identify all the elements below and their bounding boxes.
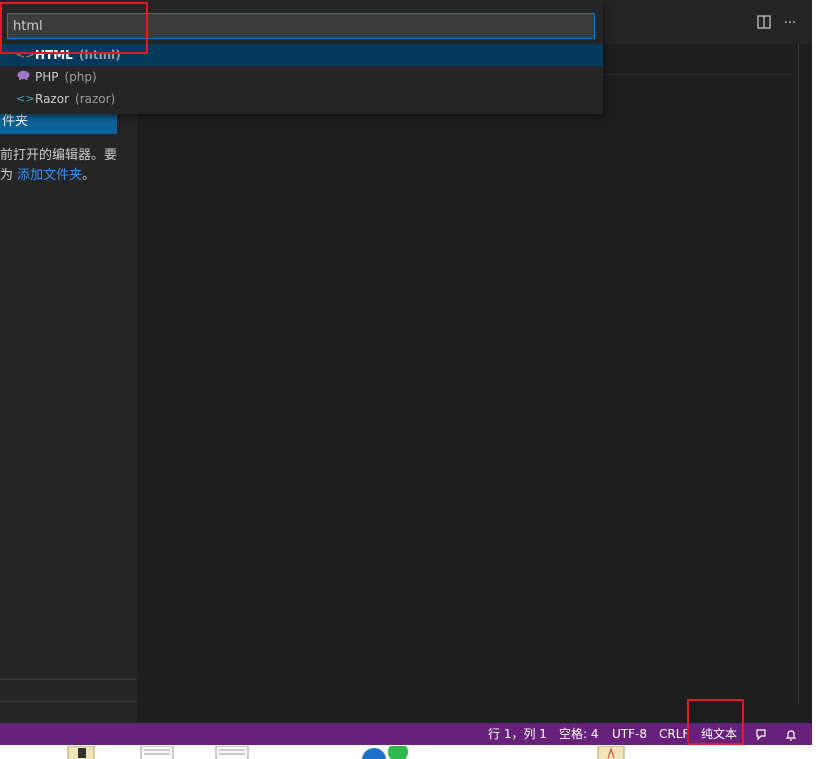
- status-encoding[interactable]: UTF-8: [612, 723, 647, 745]
- editor-scrollbar-rail[interactable]: [798, 44, 799, 704]
- taskbar-pdf-icon-svg: [597, 745, 625, 759]
- taskbar-document-icon-2-svg: [215, 745, 249, 759]
- language-option-label: Razor (razor): [35, 88, 115, 110]
- taskbar-edge-icon[interactable]: [360, 745, 410, 759]
- taskbar-document-icon-1-svg: [140, 745, 174, 759]
- explorer-message-suffix: 。: [82, 168, 96, 183]
- more-actions-icon[interactable]: ···: [781, 15, 799, 33]
- sidebar-divider-1: [0, 679, 137, 680]
- explorer-message-line2: 为 添加文件夹。: [0, 166, 134, 186]
- split-editor-icon-svg: [757, 15, 771, 29]
- language-option-name: PHP: [35, 70, 59, 84]
- taskbar-edge-icon-svg: [362, 745, 408, 759]
- html-file-icon: <>: [16, 48, 35, 61]
- editor-area[interactable]: [137, 44, 812, 723]
- feedback-icon-svg: [756, 729, 766, 741]
- status-bar: 行 1，列 1 空格: 4 UTF-8 CRLF 纯文本: [0, 723, 812, 745]
- language-option-html[interactable]: <> HTML (html): [0, 44, 603, 66]
- status-language-mode[interactable]: 纯文本: [701, 723, 737, 745]
- taskbar-document-icon-1[interactable]: [140, 745, 174, 759]
- sidebar-divider-2: [0, 701, 137, 702]
- status-cursor-position[interactable]: 行 1，列 1: [488, 723, 547, 745]
- php-elephant-icon: [16, 66, 30, 88]
- language-option-desc: (razor): [75, 92, 116, 106]
- language-option-desc: (php): [64, 70, 97, 84]
- language-search-input[interactable]: [8, 14, 594, 38]
- windows-taskbar: [0, 745, 838, 759]
- explorer-message-line1: 前打开的编辑器。要: [0, 148, 118, 163]
- explorer-message-prefix: 为: [0, 168, 18, 183]
- bell-icon[interactable]: [784, 727, 798, 741]
- language-option-name: HTML: [35, 48, 73, 62]
- taskbar-pdf-icon[interactable]: [596, 745, 626, 759]
- add-folder-link[interactable]: 添加文件夹: [17, 168, 82, 183]
- status-indentation[interactable]: 空格: 4: [559, 723, 599, 745]
- language-option-php[interactable]: PHP (php): [0, 66, 603, 88]
- code-brackets-icon: <>: [16, 92, 35, 105]
- desktop-background-strip: [812, 0, 838, 759]
- bell-icon-svg: [785, 730, 797, 741]
- language-search-input-wrapper: [7, 13, 595, 39]
- language-option-label: HTML (html): [35, 44, 121, 66]
- language-option-desc: (html): [78, 48, 121, 62]
- language-option-razor[interactable]: <> Razor (razor): [0, 88, 603, 110]
- language-option-label: PHP (php): [35, 66, 97, 88]
- split-editor-icon[interactable]: [755, 15, 773, 33]
- status-eol[interactable]: CRLF: [659, 723, 689, 745]
- taskbar-app-icon-1[interactable]: [66, 745, 96, 759]
- language-option-name: Razor: [35, 92, 70, 106]
- feedback-icon[interactable]: [754, 727, 768, 741]
- language-mode-picker: <> HTML (html) PHP (php) <> Razor (razor): [0, 0, 603, 114]
- php-elephant-icon-svg: [17, 70, 29, 80]
- taskbar-app-icon-1-svg: [67, 745, 95, 759]
- explorer-message: 前打开的编辑器。要 为 添加文件夹。: [0, 146, 134, 186]
- taskbar-document-icon-2[interactable]: [215, 745, 249, 759]
